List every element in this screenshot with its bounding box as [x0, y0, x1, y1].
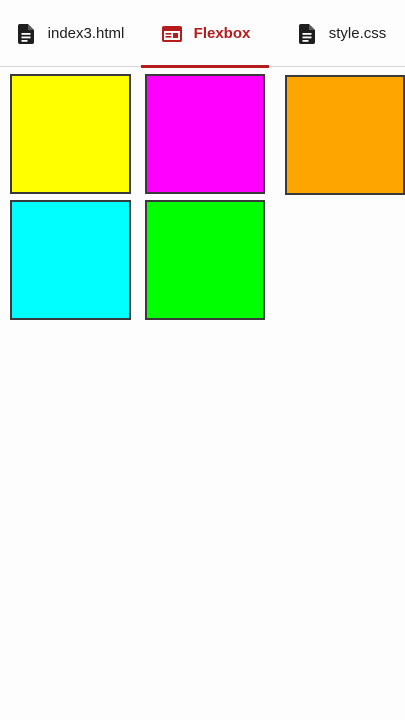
document-icon	[295, 22, 319, 46]
tab-bar: index3.html Flexbox style.css	[0, 0, 405, 68]
tab-label: style.css	[328, 25, 387, 42]
tab-index3-html[interactable]: index3.html	[0, 0, 138, 67]
document-icon	[14, 22, 38, 46]
orange-box	[285, 75, 405, 195]
tab-flexbox[interactable]: Flexbox	[141, 0, 269, 68]
magenta-box	[145, 74, 265, 194]
browser-window-icon	[160, 22, 184, 46]
yellow-box	[10, 74, 131, 194]
tab-label: Flexbox	[193, 25, 251, 42]
green-box	[145, 200, 265, 320]
cyan-box	[10, 200, 131, 320]
tab-style-css[interactable]: style.css	[276, 0, 405, 67]
tab-label: index3.html	[47, 25, 125, 42]
